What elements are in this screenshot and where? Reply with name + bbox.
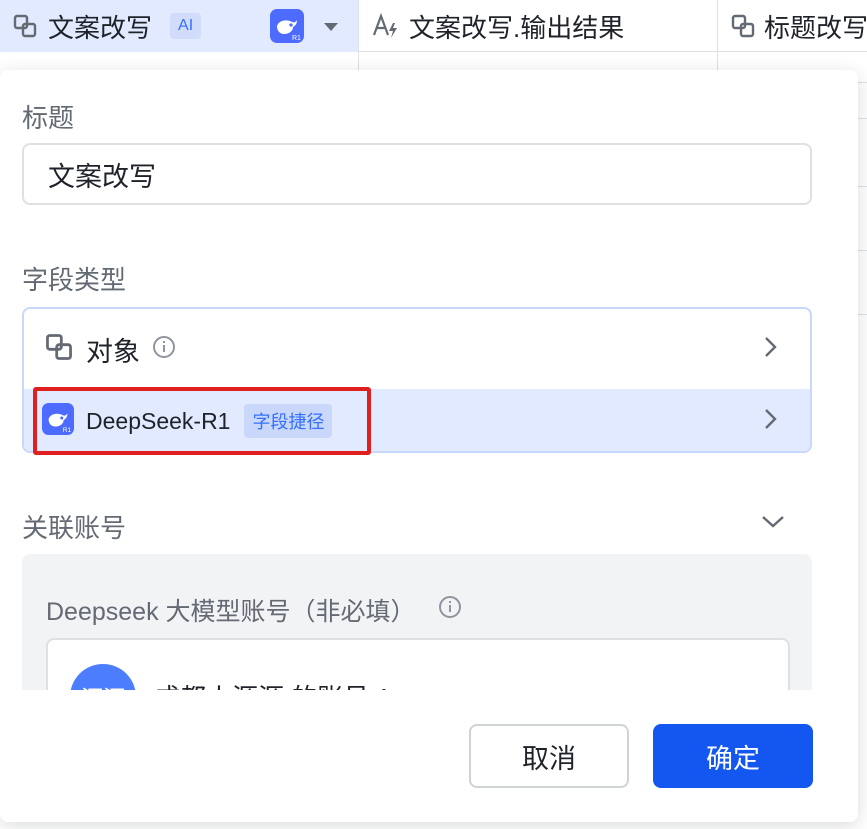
field-type-option-label: 对象: [86, 336, 140, 367]
column-dropdown-caret-icon[interactable]: [320, 14, 342, 45]
ai-text-field-icon: [371, 11, 401, 41]
svg-text:R1: R1: [292, 35, 301, 42]
object-field-icon: [10, 11, 40, 41]
account-field-label: Deepseek 大模型账号（非必填）: [46, 592, 462, 628]
info-icon[interactable]: [438, 595, 462, 626]
grid-line: [358, 52, 359, 70]
associated-account-label: 关联账号: [22, 513, 127, 543]
column-header-output[interactable]: 文案改写.输出结果: [359, 0, 718, 52]
title-input[interactable]: 文案改写: [22, 143, 812, 205]
grid-line: [717, 52, 718, 70]
column-title: 文案改写.输出结果: [409, 12, 625, 43]
chevron-down-icon[interactable]: [760, 510, 786, 537]
grid-line: [858, 82, 867, 83]
highlight-annotation-box: [33, 387, 371, 455]
grid-line: [858, 314, 867, 315]
title-label: 标题: [22, 103, 75, 133]
chevron-right-icon: [760, 334, 780, 365]
deepseek-logo-icon: R1: [270, 9, 304, 50]
column-header-title-rewrite[interactable]: 标题改写: [718, 0, 867, 52]
table-header: 文案改写 AI R1 文案改写.输出结果 标题改写: [0, 0, 867, 52]
field-type-label: 字段类型: [22, 265, 127, 295]
cancel-button[interactable]: 取消: [469, 724, 629, 788]
chevron-right-icon: [760, 406, 780, 437]
column-title: 标题改写: [764, 12, 867, 43]
grid-line: [858, 118, 867, 119]
field-config-panel: 标题 文案改写 字段类型 对象 R1 DeepSeek-R1 字段捷径 关联账号…: [0, 70, 858, 822]
column-title: 文案改写: [48, 12, 153, 43]
account-field-label-text: Deepseek 大模型账号（非必填）: [46, 598, 416, 626]
column-header-copy-rewrite[interactable]: 文案改写 AI R1: [0, 0, 359, 52]
grid-line: [858, 186, 867, 187]
ai-badge: AI: [170, 13, 202, 39]
object-icon: [44, 332, 74, 367]
field-type-option-object[interactable]: 对象: [24, 309, 810, 389]
info-icon[interactable]: [152, 335, 176, 364]
confirm-button[interactable]: 确定: [653, 724, 813, 788]
object-field-icon: [730, 11, 756, 41]
grid-line: [858, 250, 867, 251]
